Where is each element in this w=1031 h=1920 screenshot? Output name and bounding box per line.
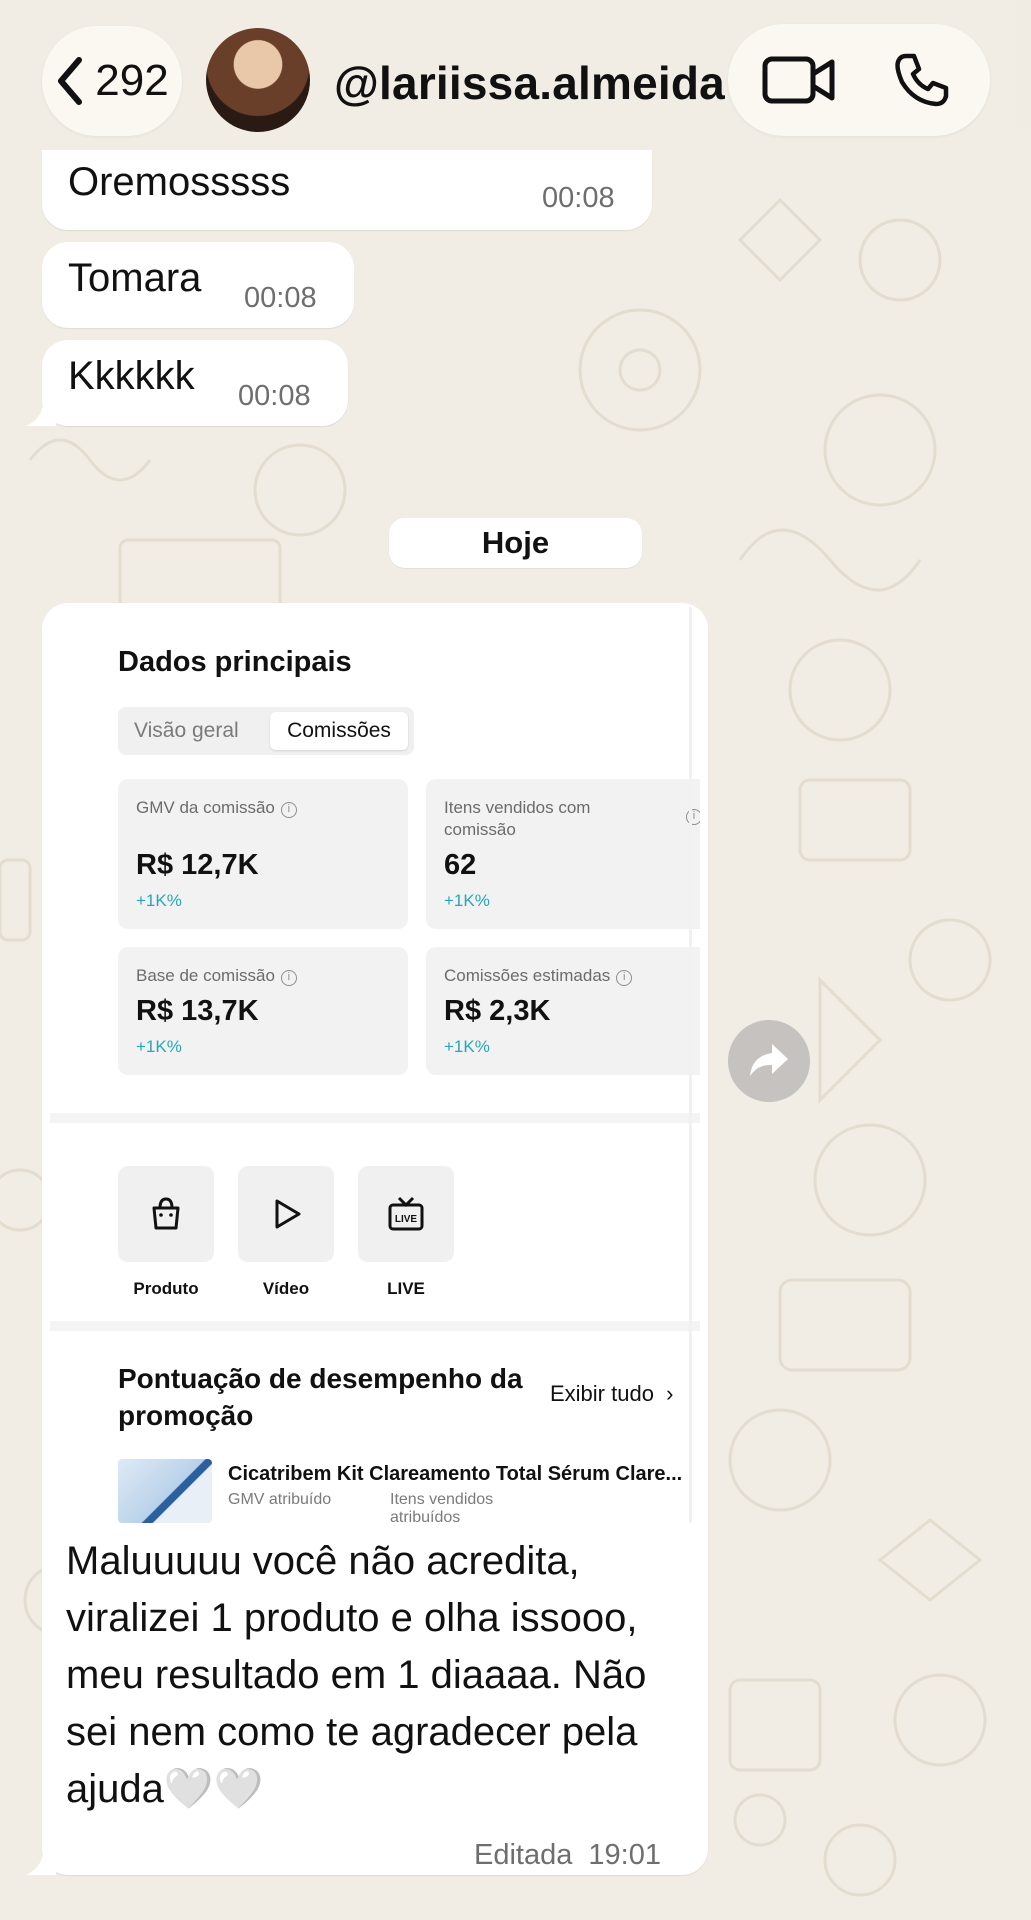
shortcut-live-label: LIVE (387, 1279, 425, 1298)
image-caption: Maluuuuu você não acredita, viralizei 1 … (66, 1539, 647, 1811)
shortcut-video[interactable] (238, 1166, 334, 1262)
metric-card: Base de comissão i R$ 13,7K +1K% (118, 947, 408, 1075)
shortcut-product[interactable] (118, 1166, 214, 1262)
message-bubble[interactable]: Oremosssss 00:08 (42, 150, 652, 230)
metric-delta: +1K% (444, 891, 490, 910)
message-time: 00:08 (238, 380, 311, 412)
shopping-bag-icon (152, 1197, 180, 1230)
image-message-bubble[interactable]: Dados principais Visão geral Comissões G… (42, 603, 708, 1875)
performance-title: Pontuação de desempenho da promoção (118, 1363, 523, 1431)
bubble-tail (26, 1845, 56, 1875)
message-time: 19:01 (588, 1839, 661, 1871)
metric-delta: +1K% (444, 1037, 490, 1056)
metric-label: GMV da comissão (136, 798, 275, 817)
message-meta: Editada 19:01 (474, 1839, 661, 1872)
call-actions (728, 24, 990, 136)
info-icon: i (280, 802, 297, 818)
metric-value: R$ 2,3K (444, 995, 551, 1027)
product-col-items: Itens vendidos atribuídos (390, 1491, 494, 1523)
message-text: Tomara (68, 256, 202, 300)
metric-label: Base de comissão (136, 966, 275, 985)
info-icon: i (280, 970, 297, 986)
product-thumbnail[interactable] (118, 1459, 212, 1523)
metric-delta: +1K% (136, 1037, 182, 1056)
play-icon (275, 1199, 301, 1229)
message-time: 00:08 (542, 182, 615, 214)
live-tv-icon: LIVE (388, 1196, 424, 1231)
date-separator: Hoje (389, 518, 642, 568)
phone-icon (895, 53, 949, 107)
shortcut-product-label: Produto (133, 1279, 199, 1298)
chat-header: 292 @lariissa.almeida (0, 0, 1031, 162)
metric-value: 62 (444, 849, 477, 881)
see-all-label: Exibir tudo (550, 1381, 654, 1406)
chevron-left-icon (58, 57, 83, 105)
product-name[interactable]: Cicatribem Kit Clareamento Total Sérum C… (228, 1463, 682, 1486)
svg-text:LIVE: LIVE (395, 1214, 418, 1225)
message-time: 00:08 (244, 282, 317, 314)
metric-card: Comissões estimadas i R$ 2,3K +1K% (426, 947, 700, 1075)
message-text: Oremosssss (68, 160, 291, 204)
bubble-tail (26, 396, 56, 426)
forward-arrow-icon (750, 1044, 788, 1076)
metric-value: R$ 13,7K (136, 995, 259, 1027)
metric-label: Itens vendidos com comissão (444, 798, 591, 839)
metric-value: R$ 12,7K (136, 849, 259, 881)
edited-label: Editada (474, 1839, 573, 1871)
tab-bar: Visão geral Comissões (118, 707, 414, 755)
back-button[interactable]: 292 (42, 26, 182, 136)
voice-call-button[interactable] (894, 52, 950, 108)
shared-screenshot[interactable]: Dados principais Visão geral Comissões G… (50, 603, 700, 1523)
contact-name[interactable]: @lariissa.almeida (334, 56, 725, 110)
video-camera-icon (762, 56, 835, 104)
product-col-gmv: GMV atribuído (228, 1491, 332, 1508)
contact-avatar[interactable] (206, 28, 310, 132)
screenshot-edge (689, 603, 692, 1523)
forward-button[interactable] (728, 1020, 810, 1102)
info-icon: i (616, 970, 633, 986)
tab-commissions: Comissões (270, 712, 408, 750)
message-bubble[interactable]: Kkkkkk 00:08 (42, 340, 348, 426)
section-divider (50, 1321, 700, 1331)
video-call-button[interactable] (762, 54, 836, 106)
section-divider (50, 1113, 700, 1123)
tab-overview: Visão geral (134, 719, 239, 742)
metric-label: Comissões estimadas (444, 966, 611, 985)
see-all-link[interactable]: Exibir tudo › (550, 1381, 673, 1407)
screenshot-title: Dados principais (118, 646, 352, 678)
shortcut-live[interactable]: LIVE (358, 1166, 454, 1262)
metric-delta: +1K% (136, 891, 182, 910)
shortcut-video-label: Vídeo (262, 1279, 310, 1298)
message-bubble[interactable]: Tomara 00:08 (42, 242, 354, 328)
metric-card: GMV da comissão i R$ 12,7K +1K% (118, 779, 408, 929)
chevron-right-icon: › (666, 1381, 674, 1406)
unread-count: 292 (95, 56, 169, 105)
metric-card: Itens vendidos com comissão i 62 +1K% (426, 779, 700, 929)
message-text: Kkkkkk (68, 354, 195, 398)
